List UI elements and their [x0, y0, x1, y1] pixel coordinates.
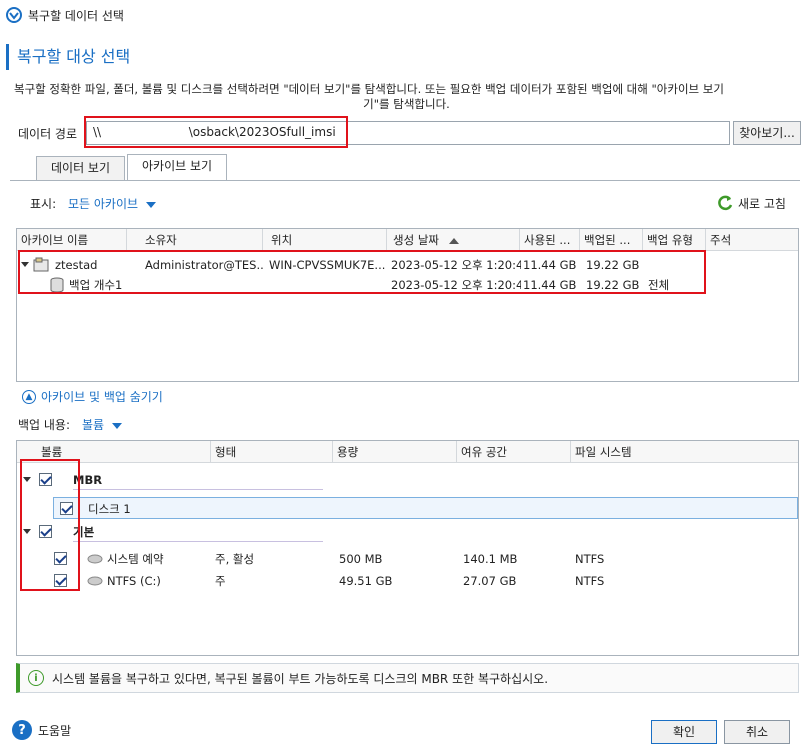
col-comment[interactable]: 주석 — [706, 229, 766, 251]
view-tabs: 데이터 보기 아카이브 보기 — [36, 154, 229, 180]
refresh-label: 새로 고침 — [738, 196, 786, 211]
disk-name: 디스크 1 — [88, 502, 131, 516]
col-backed[interactable]: 백업된 ... — [580, 229, 643, 251]
col-archive-name[interactable]: 아카이브 이름 — [17, 229, 127, 251]
col-capacity[interactable]: 용량 — [333, 441, 457, 463]
info-message: 시스템 볼륨을 복구하고 있다면, 복구된 볼륨이 부트 가능하도록 디스크의 … — [52, 671, 549, 686]
description: 복구할 정확한 파일, 폴더, 볼륨 및 디스크를 선택하려면 "데이터 보기"… — [14, 82, 799, 112]
sort-up-icon — [448, 238, 459, 244]
disk-row[interactable]: 디스크 1 — [53, 497, 798, 519]
filter-value: 모든 아카이브 — [68, 197, 139, 211]
group-divider — [73, 489, 323, 490]
volume-capacity: 49.51 GB — [339, 574, 393, 588]
filter-label: 표시: — [30, 197, 57, 211]
cancel-button[interactable]: 취소 — [724, 720, 790, 744]
info-icon: i — [28, 670, 44, 686]
col-filesystem[interactable]: 파일 시스템 — [571, 441, 800, 463]
window-title: 복구할 데이터 선택 — [28, 8, 124, 23]
highlight-archive-rows — [18, 250, 706, 294]
col-used[interactable]: 사용된 ... — [520, 229, 580, 251]
volume-form: 주 — [215, 574, 226, 588]
help-link[interactable]: ? 도움말 — [12, 720, 71, 740]
col-created-label: 생성 날짜 — [393, 233, 439, 247]
volume-row[interactable]: NTFS (C:) 주 49.51 GB 27.07 GB NTFS — [17, 571, 798, 591]
col-backup-type[interactable]: 백업 유형 — [643, 229, 706, 251]
ok-button[interactable]: 확인 — [651, 720, 717, 744]
col-free[interactable]: 여유 공간 — [457, 441, 571, 463]
group-basic[interactable]: 기본 — [17, 522, 798, 542]
volume-free: 27.07 GB — [463, 574, 517, 588]
volume-table-header: 볼륨 형태 용량 여유 공간 파일 시스템 — [17, 441, 798, 463]
group-divider — [73, 541, 323, 542]
volume-capacity: 500 MB — [339, 552, 383, 566]
description-line1: 복구할 정확한 파일, 폴더, 볼륨 및 디스크를 선택하려면 "데이터 보기"… — [14, 82, 724, 96]
volume-row[interactable]: 시스템 예약 주, 활성 500 MB 140.1 MB NTFS — [17, 549, 798, 569]
col-owner[interactable]: 소유자 — [141, 229, 263, 251]
volume-name: NTFS (C:) — [107, 574, 161, 588]
col-created[interactable]: 생성 날짜 — [389, 229, 520, 251]
archive-table-header: 아카이브 이름 소유자 위치 생성 날짜 사용된 ... 백업된 ... 백업 … — [17, 229, 798, 251]
group-mbr-label: MBR — [73, 473, 103, 487]
tab-data-view[interactable]: 데이터 보기 — [36, 156, 126, 180]
backup-content-value: 볼륨 — [82, 418, 105, 432]
tab-archive-view[interactable]: 아카이브 보기 — [127, 154, 228, 180]
chevron-down-icon — [112, 422, 123, 429]
help-label: 도움말 — [38, 723, 72, 738]
highlight-checkboxes — [20, 459, 80, 591]
volume-fs: NTFS — [575, 552, 605, 566]
browse-button[interactable]: 찾아보기... — [733, 121, 801, 145]
refresh-icon — [718, 195, 733, 211]
group-mbr[interactable]: MBR — [17, 470, 798, 490]
section-title: 복구할 대상 선택 — [6, 44, 130, 70]
volume-name: 시스템 예약 — [107, 552, 164, 566]
col-form[interactable]: 형태 — [211, 441, 333, 463]
app-logo-icon — [6, 7, 22, 23]
title-bar: 복구할 데이터 선택 — [0, 0, 806, 30]
backup-content-label: 백업 내용: — [18, 418, 71, 432]
backup-content-dropdown[interactable]: 볼륨 — [82, 416, 123, 433]
highlight-path — [84, 116, 348, 148]
info-message-bar: i 시스템 볼륨을 복구하고 있다면, 복구된 볼륨이 부트 가능하도록 디스크… — [16, 663, 799, 693]
volume-fs: NTFS — [575, 574, 605, 588]
tab-divider — [10, 180, 800, 181]
chevron-up-icon: ▲ — [22, 389, 36, 404]
group-basic-label: 기본 — [73, 525, 95, 539]
volume-form: 주, 활성 — [215, 552, 255, 566]
data-path-label: 데이터 경로 — [18, 127, 78, 141]
chevron-down-icon — [146, 201, 157, 208]
volume-icon — [87, 576, 103, 586]
col-location[interactable]: 위치 — [267, 229, 387, 251]
volume-table[interactable]: 볼륨 형태 용량 여유 공간 파일 시스템 MBR 디스크 1 기본 시스템 예… — [16, 440, 799, 656]
refresh-button[interactable]: 새로 고침 — [716, 194, 786, 212]
volume-free: 140.1 MB — [463, 552, 518, 566]
volume-icon — [87, 554, 103, 564]
help-icon: ? — [12, 720, 32, 740]
hide-archives-label: 아카이브 및 백업 숨기기 — [41, 390, 163, 404]
hide-archives-link[interactable]: ▲ 아카이브 및 백업 숨기기 — [22, 388, 163, 405]
description-line2: 기"를 탐색합니다. — [363, 97, 450, 111]
filter-dropdown[interactable]: 모든 아카이브 — [68, 195, 157, 212]
